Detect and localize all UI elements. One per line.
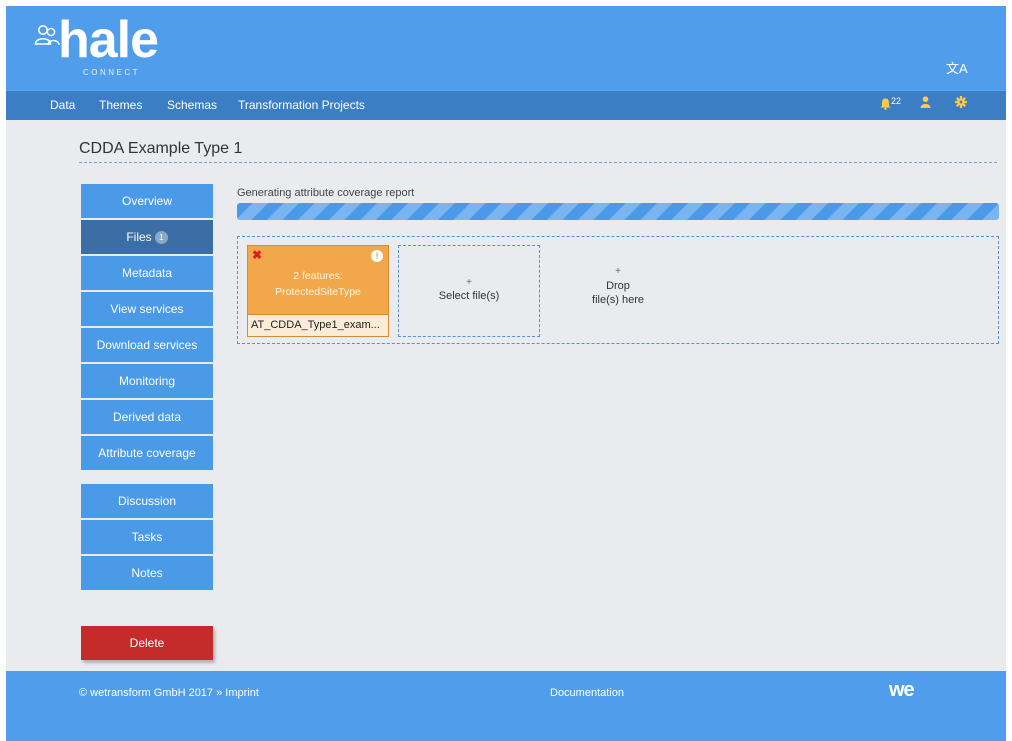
delete-button[interactable]: Delete <box>81 626 213 660</box>
sidebar-item-discussion[interactable]: Discussion <box>81 484 213 518</box>
hale-connect-logo[interactable]: hale CONNECT <box>34 11 174 84</box>
footer: © wetransform GmbH 2017 » Imprint Docume… <box>6 671 1006 741</box>
wetransform-logo[interactable]: we <box>889 679 915 702</box>
sidebar-item-label: View services <box>110 302 184 316</box>
sidebar-item-label: Monitoring <box>118 374 176 388</box>
gear-icon <box>955 96 967 108</box>
sidebar-item-label: Derived data <box>112 410 182 424</box>
notifications-button[interactable]: 22 <box>880 96 901 112</box>
sidebar-item-label: Metadata <box>121 266 173 280</box>
info-icon[interactable]: ! <box>371 250 383 262</box>
logo-subtext: CONNECT <box>83 68 141 77</box>
file-card[interactable]: ✖ ! 2 features: ProtectedSiteType AT_CDD… <box>247 245 389 337</box>
drop-label-line2: file(s) here <box>592 294 644 306</box>
feature-type: ProtectedSiteType <box>275 286 361 298</box>
logo-wordmark: hale <box>58 11 159 69</box>
documentation-link[interactable]: Documentation <box>550 687 624 699</box>
feature-count: 2 features: <box>293 270 343 282</box>
title-divider <box>79 162 997 163</box>
sidebar-item-tasks[interactable]: Tasks <box>81 520 213 554</box>
sidebar-item-notes[interactable]: Notes <box>81 556 213 590</box>
select-files-button[interactable]: + Select file(s) <box>398 245 540 337</box>
file-upload-area[interactable]: ✖ ! 2 features: ProtectedSiteType AT_CDD… <box>237 236 999 344</box>
notification-count: 22 <box>891 96 902 106</box>
user-menu-button[interactable] <box>920 96 931 111</box>
sidebar-item-metadata[interactable]: Metadata <box>81 256 213 290</box>
sidebar-item-monitoring[interactable]: Monitoring <box>81 364 213 398</box>
app-window: hale CONNECT 文A Data Themes Schemas Tran… <box>6 6 1006 741</box>
translate-icon[interactable]: 文A <box>946 58 968 78</box>
sidebar-item-label: Files <box>126 230 152 244</box>
users-icon <box>34 25 60 46</box>
page-title: CDDA Example Type 1 <box>79 140 243 157</box>
sidebar-item-overview[interactable]: Overview <box>81 184 213 218</box>
sidebar-item-derived-data[interactable]: Derived data <box>81 400 213 434</box>
sidebar-item-files[interactable]: Files 1 <box>81 220 213 254</box>
file-name: AT_CDDA_Type1_exam... <box>248 314 388 336</box>
nav-item-data[interactable]: Data <box>50 98 75 112</box>
progress-label: Generating attribute coverage report <box>237 187 415 199</box>
sidebar-item-view-services[interactable]: View services <box>81 292 213 326</box>
bell-icon <box>880 98 891 110</box>
header: hale CONNECT 文A <box>6 6 1006 90</box>
plus-icon: + <box>466 277 472 288</box>
files-count-badge: 1 <box>154 231 168 245</box>
progress-bar <box>237 203 999 220</box>
select-files-label: Select file(s) <box>438 290 500 302</box>
sidebar-item-label: Download services <box>96 338 198 352</box>
main-nav: Data Themes Schemas Transformation Proje… <box>6 90 1006 120</box>
sidebar-item-label: Overview <box>121 194 172 208</box>
drop-zone[interactable]: + Drop file(s) here <box>568 265 668 307</box>
settings-button[interactable] <box>955 96 967 111</box>
sidebar-item-attribute-coverage[interactable]: Attribute coverage <box>81 436 213 470</box>
sidebar-item-download-services[interactable]: Download services <box>81 328 213 362</box>
nav-item-themes[interactable]: Themes <box>99 98 142 112</box>
drop-label-line1: Drop <box>606 280 630 292</box>
nav-item-transformation-projects[interactable]: Transformation Projects <box>238 98 365 112</box>
sidebar-item-label: Tasks <box>131 530 163 544</box>
sidebar-item-label: Attribute coverage <box>98 446 196 460</box>
file-features-summary: 2 features: ProtectedSiteType <box>248 268 388 300</box>
plus-icon: + <box>615 266 621 277</box>
footer-copyright-link[interactable]: © wetransform GmbH 2017 » Imprint <box>79 687 259 699</box>
nav-item-schemas[interactable]: Schemas <box>167 98 217 112</box>
user-icon <box>920 96 931 108</box>
remove-file-icon[interactable]: ✖ <box>252 248 262 262</box>
sidebar-item-label: Notes <box>131 566 163 580</box>
sidebar-item-label: Discussion <box>117 494 177 508</box>
